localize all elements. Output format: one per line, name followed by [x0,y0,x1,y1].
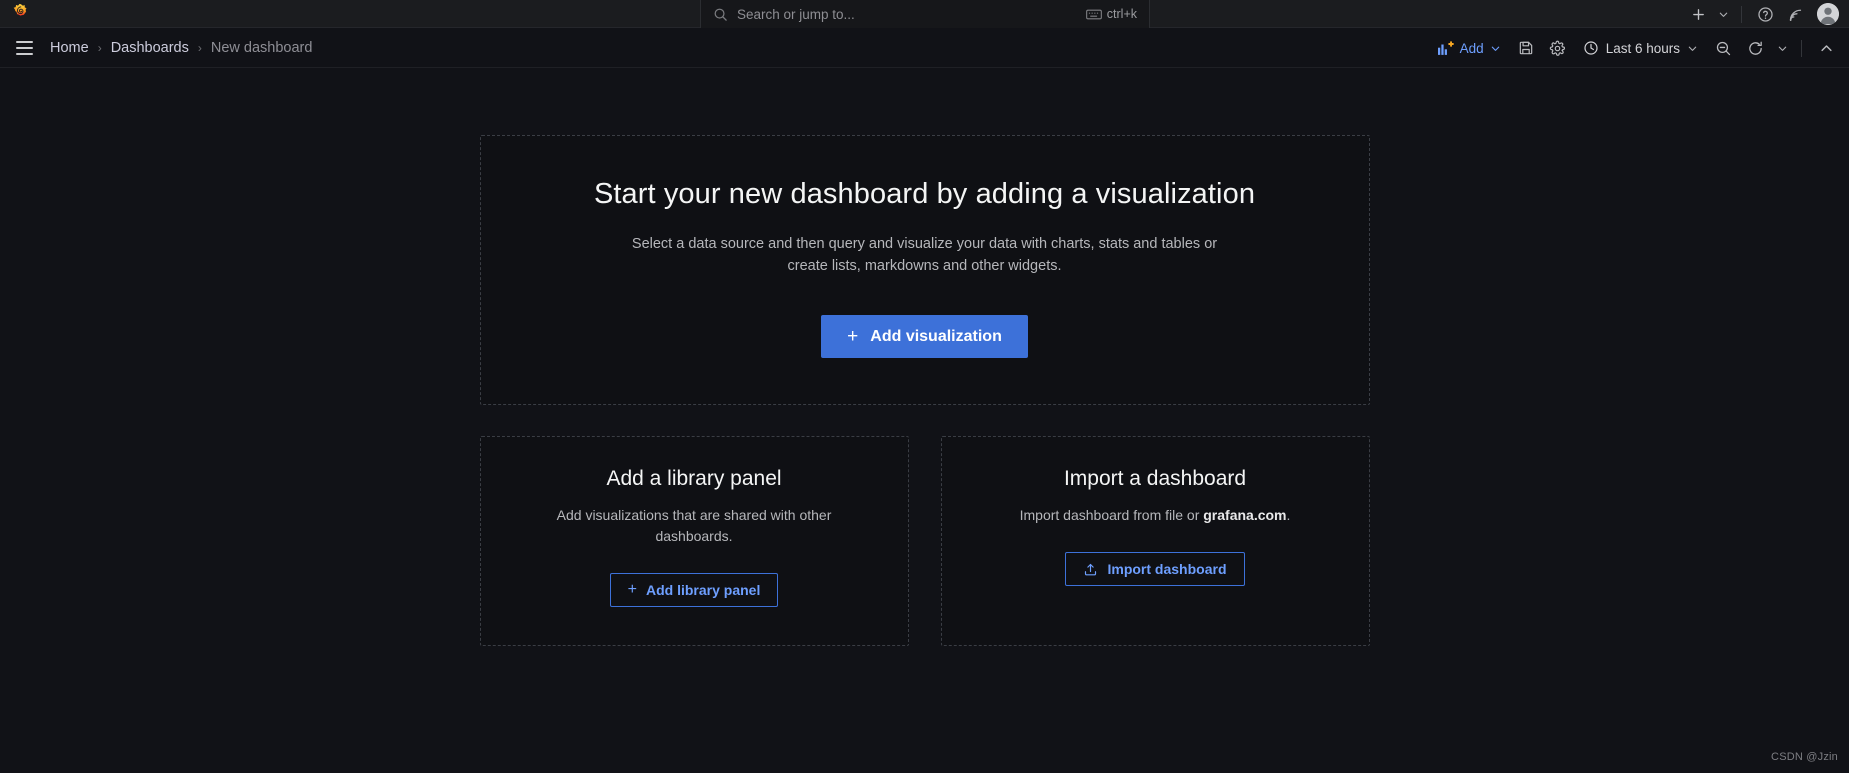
breadcrumb: Home › Dashboards › New dashboard [50,40,312,56]
clock-icon [1584,41,1598,55]
dashboard-settings-button[interactable] [1543,33,1573,63]
import-dashboard-card: Import a dashboard Import dashboard from… [940,436,1370,646]
rss-icon [1789,9,1801,21]
dashboard-canvas: Start your new dashboard by adding a vis… [0,68,1849,773]
top-bar-actions [1684,0,1839,28]
hero-description: Select a data source and then query and … [631,236,1218,274]
new-item-button[interactable] [1684,0,1712,28]
save-floppy-icon [1519,41,1532,55]
top-chrome-bar: Search or jump to... ctrl+k [0,0,1849,28]
empty-state-container: Start your new dashboard by adding a vis… [479,135,1370,646]
grafana-com-link[interactable]: grafana.com [1203,507,1286,523]
search-shortcut-hint: ctrl+k [1085,7,1137,21]
add-visualization-button[interactable]: + Add visualization [821,315,1028,358]
import-dashboard-button[interactable]: Import dashboard [1065,552,1245,586]
time-range-label: Last 6 hours [1605,40,1680,56]
library-panel-title: Add a library panel [606,467,782,490]
watermark: CSDN @Jzin [1771,751,1838,763]
plus-icon [1692,8,1704,20]
save-dashboard-button[interactable] [1511,33,1541,63]
zoom-out-time-range-button[interactable] [1708,33,1738,63]
search-shortcut-label: ctrl+k [1106,7,1137,21]
import-description-suffix: . [1286,507,1291,523]
import-dashboard-label: Import dashboard [1107,561,1227,577]
help-circle-icon [1757,6,1773,22]
add-panel-label: Add [1459,40,1484,56]
toolbar-divider [1801,39,1802,57]
help-button[interactable] [1751,0,1779,28]
search-icon [714,8,727,21]
breadcrumb-item-home[interactable]: Home [50,40,89,56]
breadcrumb-separator: › [97,40,102,55]
add-library-panel-label: Add library panel [645,582,761,598]
news-feed-button[interactable] [1781,0,1809,28]
add-visualization-label: Add visualization [870,327,1002,345]
plus-icon: + [847,326,859,347]
plus-icon: + [627,581,637,598]
breadcrumb-item-dashboards[interactable]: Dashboards [111,40,189,56]
breadcrumb-item-new-dashboard: New dashboard [210,39,313,56]
breadcrumb-separator: › [197,40,202,55]
gear-icon [1550,40,1566,56]
chevron-down-icon [1719,12,1727,17]
refresh-icon [1748,41,1762,55]
add-library-panel-button[interactable]: + Add library panel [609,573,779,607]
dashboard-toolbar: Add Last 6 hours [1430,28,1841,68]
chevron-up-icon [1820,44,1832,51]
refresh-dashboard-button[interactable] [1740,33,1770,63]
chevron-down-icon [1688,46,1697,51]
dashboard-nav-bar: Home › Dashboards › New dashboard Add La… [0,28,1849,68]
global-search-input[interactable]: Search or jump to... ctrl+k [700,0,1150,28]
secondary-cards-row: Add a library panel Add visualizations t… [479,436,1370,646]
avatar[interactable] [1817,3,1839,25]
add-visualization-panel: Start your new dashboard by adding a vis… [479,135,1370,405]
grafana-logo[interactable] [0,0,42,28]
chevron-down-icon [1778,46,1786,51]
collapse-toolbar-button[interactable] [1811,33,1841,63]
import-dashboard-description: Import dashboard from file or grafana.co… [1010,505,1300,526]
import-dashboard-title: Import a dashboard [1063,467,1247,490]
new-item-chevron-button[interactable] [1714,0,1732,28]
hamburger-menu-icon[interactable] [8,32,40,64]
time-range-picker[interactable]: Last 6 hours [1575,34,1706,62]
top-bar-divider [1741,5,1742,23]
panel-add-icon [1437,40,1454,55]
refresh-interval-chevron-button[interactable] [1772,33,1792,63]
chevron-down-icon [1491,46,1499,51]
page-title: Start your new dashboard by adding a vis… [593,178,1256,210]
import-description-text: Import dashboard from file or [1019,507,1204,523]
add-panel-button[interactable]: Add [1430,34,1509,62]
library-panel-description: Add visualizations that are shared with … [556,507,832,544]
search-placeholder: Search or jump to... [737,6,855,22]
search-minus-icon [1716,41,1730,55]
user-avatar-icon [1817,3,1839,25]
keyboard-icon [1085,9,1102,19]
add-library-panel-card: Add a library panel Add visualizations t… [479,436,909,646]
upload-icon [1085,563,1097,575]
